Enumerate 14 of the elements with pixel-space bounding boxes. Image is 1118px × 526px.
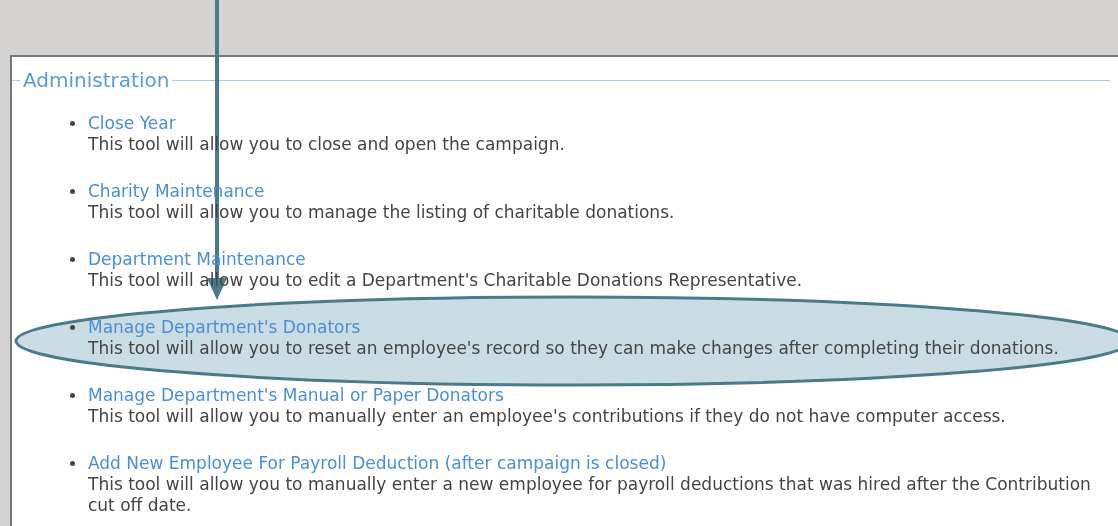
tool-link[interactable]: Manage Department's Donators	[88, 317, 361, 338]
bullet-icon	[70, 257, 75, 262]
tool-link[interactable]: Close Year	[88, 113, 176, 134]
section-title: Administration	[22, 67, 171, 93]
bullet-icon	[70, 461, 75, 466]
bullet-icon	[70, 189, 75, 194]
tool-link[interactable]: Manage Department's Manual or Paper Donators	[88, 385, 504, 406]
bullet-icon	[70, 121, 75, 126]
tool-description: This tool will allow you to manually enter a new employee for payroll deductions that was hired after the Contribution cut off date.	[88, 474, 1092, 516]
tool-link[interactable]: Add New Employee For Payroll Deduction (after campaign is closed)	[88, 453, 667, 474]
tool-description: This tool will allow you to reset an employee's record so they can make changes after completing their donations.	[88, 338, 1059, 359]
bullet-icon	[70, 393, 75, 398]
tool-description: This tool will allow you to manually enter an employee's contributions if they do not have computer access.	[88, 406, 1006, 427]
bullet-icon	[70, 325, 75, 330]
